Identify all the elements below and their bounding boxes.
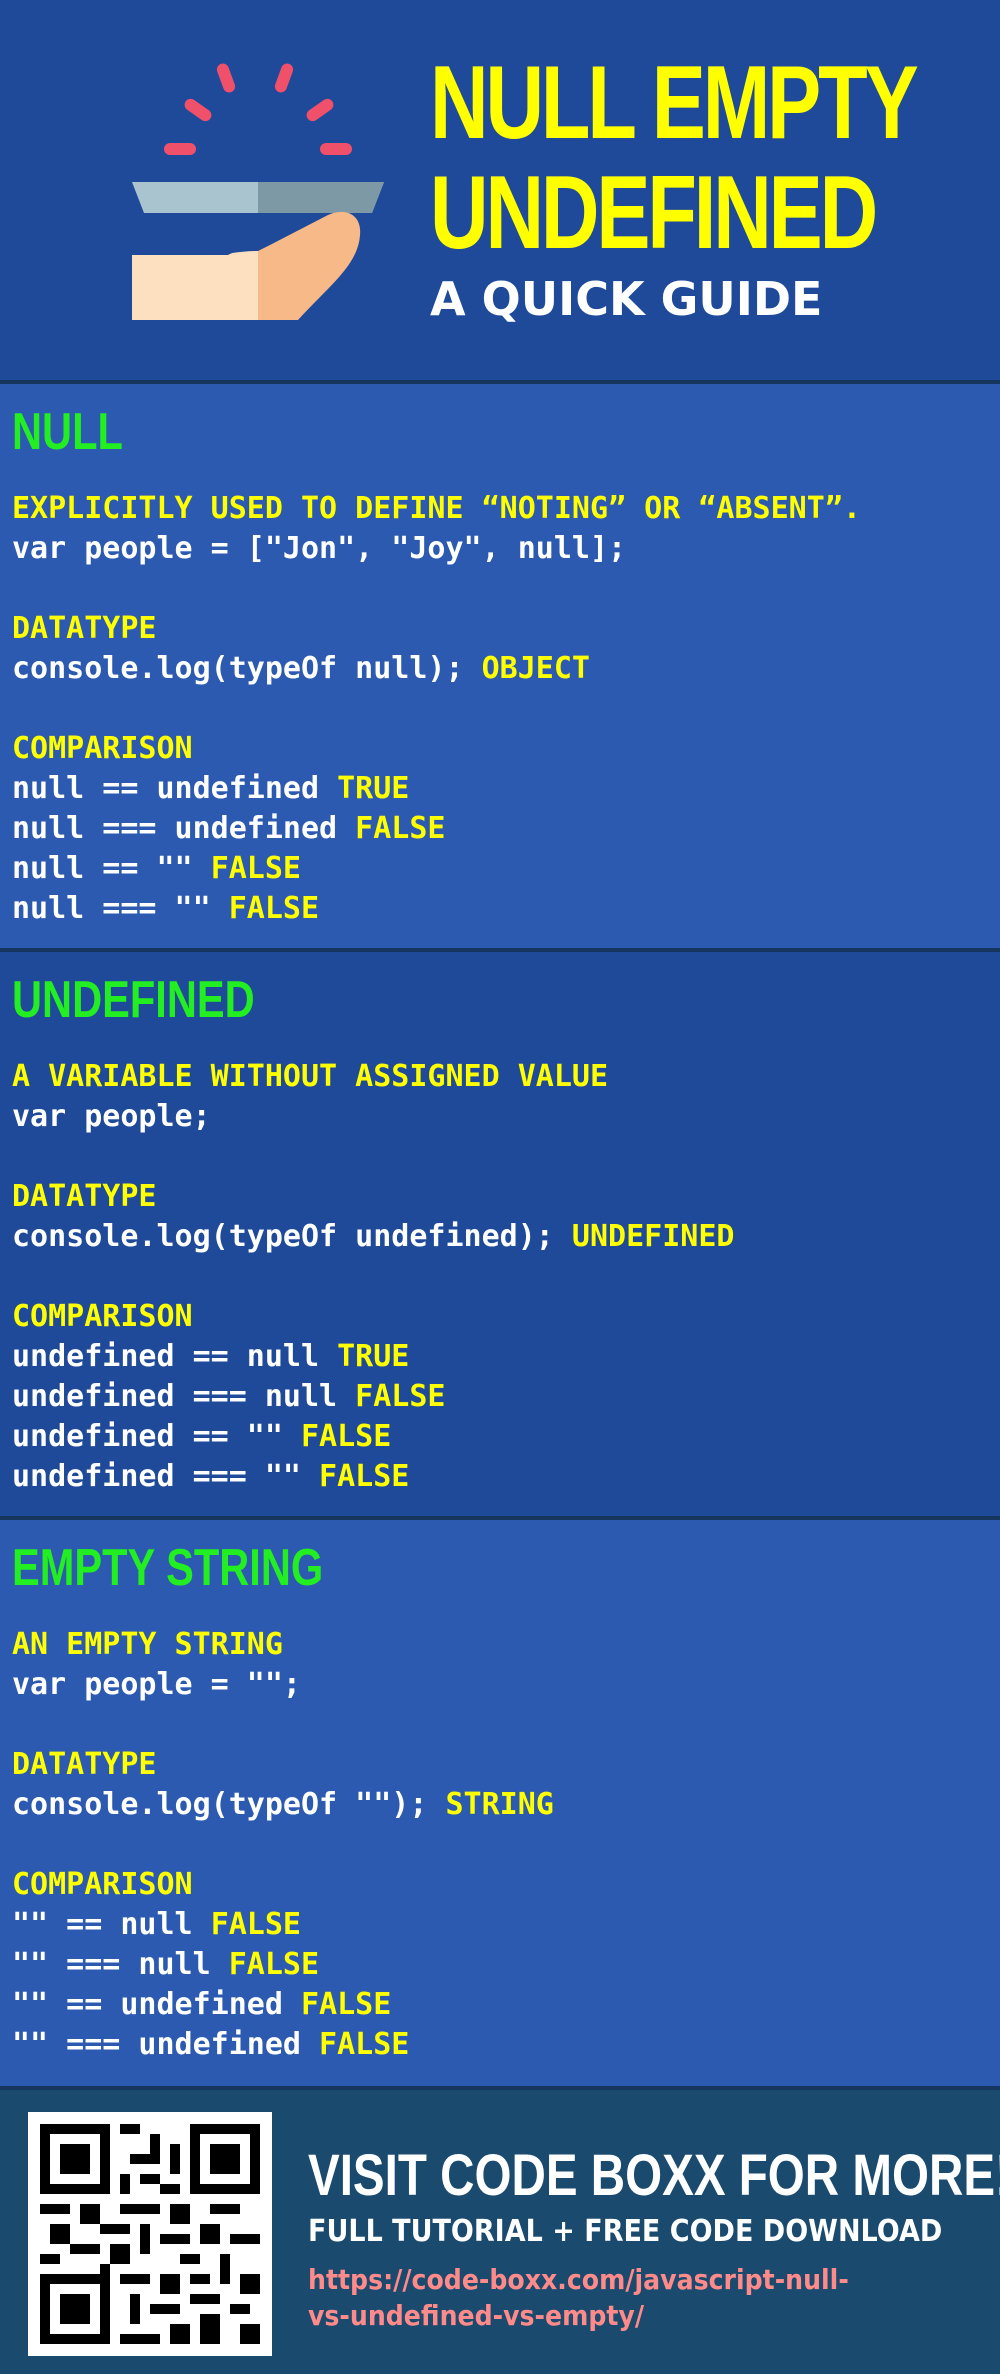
section-null: NULL EXPLICITLY USED TO DEFINE “NOTING” …: [0, 380, 1000, 948]
comparison-code: undefined === "": [12, 1459, 320, 1494]
comparison-row: "" == null FALSE: [12, 1905, 554, 1945]
datatype-label: DATATYPE: [12, 1179, 157, 1214]
datatype-label: DATATYPE: [12, 1747, 157, 1782]
comparison-row: undefined === "" FALSE: [12, 1457, 734, 1497]
hand-serving-tray-icon: [132, 63, 384, 320]
comparison-code: undefined == "": [12, 1419, 301, 1454]
comparison-code: null === undefined: [12, 811, 356, 846]
comparison-code: undefined === null: [12, 1379, 356, 1414]
comparison-row: null === undefined FALSE: [12, 809, 861, 849]
comparison-result: FALSE: [300, 1987, 392, 2022]
comparison-row: null == "" FALSE: [12, 849, 861, 889]
comparison-result: FALSE: [355, 1379, 446, 1414]
comparison-result: FALSE: [228, 891, 320, 926]
section-title: NULL: [12, 403, 123, 461]
datatype-code: console.log(typeOf "");: [12, 1787, 446, 1822]
comparison-row: null == undefined TRUE: [12, 769, 861, 809]
example-code: var people = "";: [12, 1667, 301, 1702]
tutorial-link[interactable]: https://code-boxx.com/javascript-null-vs…: [308, 2262, 884, 2334]
comparison-label: COMPARISON: [12, 1299, 193, 1334]
comparison-result: FALSE: [355, 811, 446, 846]
footer: VISIT CODE BOXX FOR MORE! FULL TUTORIAL …: [0, 2086, 1000, 2374]
comparison-label: COMPARISON: [12, 731, 193, 766]
comparison-code: "" === null: [12, 1947, 229, 1982]
datatype-line: console.log(typeOf null); OBJECT: [12, 649, 861, 689]
comparison-row: "" == undefined FALSE: [12, 1985, 554, 2025]
comparison-result: TRUE: [337, 1339, 410, 1374]
title-line-1: NULL EMPTY: [430, 45, 919, 161]
tutorial-text: FULL TUTORIAL + FREE CODE DOWNLOAD: [308, 2214, 943, 2249]
comparison-code: "" == undefined: [12, 1987, 301, 2022]
comparison-result: FALSE: [319, 1459, 410, 1494]
datatype-code: console.log(typeOf null);: [12, 651, 482, 686]
comparison-row: undefined === null FALSE: [12, 1377, 734, 1417]
datatype-result: UNDEFINED: [571, 1219, 735, 1254]
visit-heading: VISIT CODE BOXX FOR MORE!: [308, 2143, 1000, 2208]
subtitle: A QUICK GUIDE: [430, 272, 823, 326]
comparison-label: COMPARISON: [12, 1867, 193, 1902]
section-empty-string: EMPTY STRING AN EMPTY STRING var people …: [0, 1516, 1000, 2086]
definition: A VARIABLE WITHOUT ASSIGNED VALUE: [12, 1059, 609, 1094]
example-code: var people = ["Jon", "Joy", null];: [12, 531, 627, 566]
comparison-result: FALSE: [210, 1907, 301, 1942]
header: NULL EMPTY UNDEFINED A QUICK GUIDE: [0, 0, 1000, 380]
comparison-result: FALSE: [319, 2027, 410, 2062]
comparison-code: null == "": [12, 851, 211, 886]
section-title: EMPTY STRING: [12, 1539, 324, 1597]
comparison-row: undefined == "" FALSE: [12, 1417, 734, 1457]
datatype-line: console.log(typeOf undefined); UNDEFINED: [12, 1217, 734, 1257]
datatype-code: console.log(typeOf undefined);: [12, 1219, 572, 1254]
definition: EXPLICITLY USED TO DEFINE “NOTING” OR “A…: [12, 491, 861, 526]
comparison-code: "" == null: [12, 1907, 211, 1942]
title-line-2: UNDEFINED: [430, 155, 878, 271]
comparison-row: null === "" FALSE: [12, 889, 861, 929]
datatype-result: STRING: [445, 1787, 554, 1822]
comparison-row: undefined == null TRUE: [12, 1337, 734, 1377]
comparison-code: "" === undefined: [12, 2027, 320, 2062]
section-title: UNDEFINED: [12, 971, 255, 1029]
qr-code-icon[interactable]: [28, 2112, 272, 2356]
comparison-row: "" === undefined FALSE: [12, 2025, 554, 2065]
comparison-code: null == undefined: [12, 771, 338, 806]
comparison-result: FALSE: [228, 1947, 320, 1982]
datatype-result: OBJECT: [481, 651, 590, 686]
comparison-code: undefined == null: [12, 1339, 338, 1374]
example-code: var people;: [12, 1099, 211, 1134]
comparison-result: TRUE: [337, 771, 410, 806]
comparison-result: FALSE: [300, 1419, 392, 1454]
comparison-result: FALSE: [210, 851, 301, 886]
section-undefined: UNDEFINED A VARIABLE WITHOUT ASSIGNED VA…: [0, 948, 1000, 1516]
datatype-line: console.log(typeOf ""); STRING: [12, 1785, 554, 1825]
comparison-row: "" === null FALSE: [12, 1945, 554, 1985]
definition: AN EMPTY STRING: [12, 1627, 283, 1662]
comparison-code: null === "": [12, 891, 229, 926]
datatype-label: DATATYPE: [12, 611, 157, 646]
